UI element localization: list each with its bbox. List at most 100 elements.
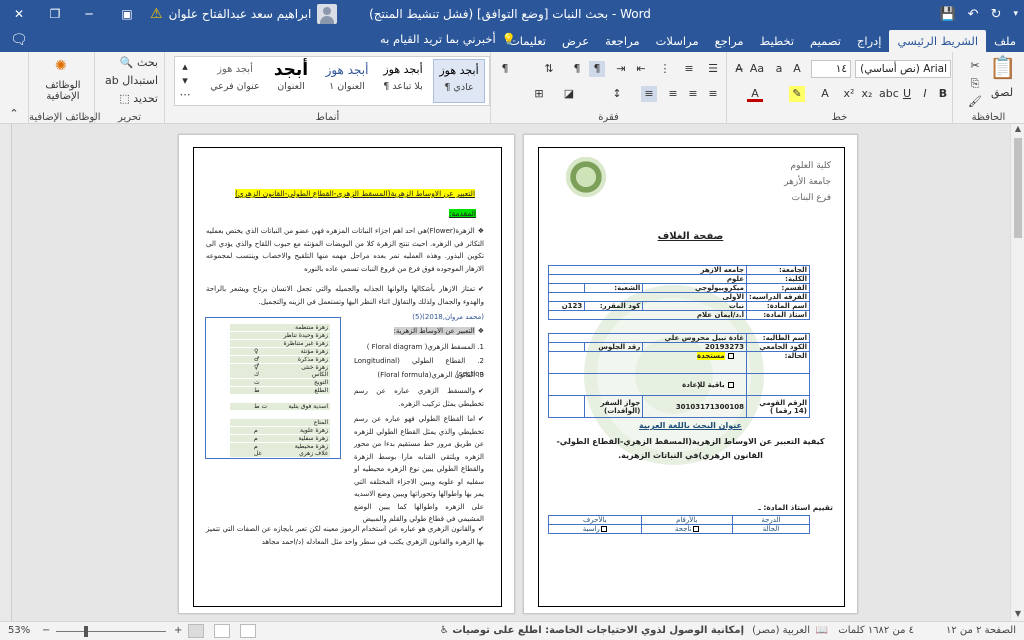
cover-page[interactable]: كلية العلوم جامعة الأزهر فرع البنات صفحة… — [523, 134, 858, 614]
justify-icon[interactable]: ≡ — [641, 86, 657, 102]
read-mode-icon[interactable] — [214, 624, 230, 638]
tab-view[interactable]: عرض — [554, 30, 597, 52]
tell-me-search[interactable]: 💡 أخبرني بما تريد القيام به — [380, 32, 516, 46]
select-button[interactable]: ⬚ تحديد — [119, 92, 158, 105]
tab-file[interactable]: ملف — [986, 30, 1024, 52]
redo-icon[interactable]: ↻ — [991, 7, 1002, 22]
multilevel-list-icon[interactable]: ⋮ — [657, 61, 673, 77]
ltr-direction-icon[interactable]: ¶ — [569, 61, 585, 77]
style-no-spacing[interactable]: أبجد هوز ¶ بلا تباعد — [377, 59, 429, 103]
shading-icon[interactable]: ◪ — [561, 86, 577, 102]
tab-references[interactable]: مراجع — [707, 30, 752, 52]
user-name[interactable]: ابراهيم سعد عبدالفتاح علوان — [169, 7, 312, 21]
zoom-slider[interactable] — [56, 631, 166, 632]
numbering-icon[interactable]: ≡ — [681, 61, 697, 77]
tab-layout[interactable]: تخطيط — [752, 30, 802, 52]
language-status[interactable]: العربية (مصر) — [752, 625, 810, 636]
zoom-in-icon[interactable]: + — [174, 625, 182, 636]
sort-icon[interactable]: ⇅ — [541, 61, 557, 77]
strikethrough-icon[interactable]: abc — [879, 86, 899, 102]
tab-mailings[interactable]: مراسلات — [648, 30, 707, 52]
zoom-level[interactable]: 53% — [8, 625, 30, 636]
decrease-indent-icon[interactable]: ⇤ — [633, 61, 649, 77]
scroll-down-icon[interactable]: ▼ — [1011, 609, 1024, 621]
subscript-icon[interactable]: x₂ — [859, 86, 875, 102]
cut-icon[interactable]: ✂ — [967, 58, 983, 74]
minimize-icon[interactable]: ─ — [74, 0, 104, 28]
align-center-icon[interactable]: ≡ — [685, 86, 701, 102]
info-value-2: 123ن — [547, 301, 586, 311]
align-right-icon[interactable]: ≡ — [705, 86, 721, 102]
italic-icon[interactable]: I — [917, 86, 933, 102]
close-icon[interactable]: ✕ — [4, 0, 34, 28]
show-marks-icon[interactable]: ¶ — [497, 61, 513, 77]
scroll-up-icon[interactable]: ▲ — [1011, 124, 1024, 136]
copy-icon[interactable]: ⎘ — [967, 76, 983, 92]
increase-indent-icon[interactable]: ⇥ — [613, 61, 629, 77]
highlight-icon[interactable]: ✎ — [789, 86, 805, 102]
page-info[interactable]: الصفحة ٢ من ١٢ — [946, 625, 1016, 636]
floral-symbols-legend: زهرة منتظمة زهرة وحيدة تناظر زهرة غير متنا… — [205, 317, 341, 459]
tab-insert[interactable]: إدراج — [849, 30, 890, 52]
style-heading-1[interactable]: أبجد هوز العنوان ١ — [321, 59, 373, 103]
customize-qat-icon[interactable]: ▾ — [1013, 9, 1018, 19]
accessibility-status[interactable]: ♿ إمكانية الوصول لذوي الاحتياجات الخاصة:… — [440, 625, 744, 636]
status-new: مستجدة — [547, 351, 748, 374]
collapse-ribbon-icon[interactable]: ⌃ — [6, 106, 22, 122]
replace-button[interactable]: ab استبدال — [105, 74, 158, 87]
focus-mode-icon[interactable] — [240, 624, 256, 638]
superscript-icon[interactable]: x² — [841, 86, 857, 102]
font-color-icon[interactable]: A — [747, 86, 763, 102]
checkbox-icon[interactable] — [692, 526, 699, 532]
restore-icon[interactable]: ❐ — [40, 0, 70, 28]
font-name-combo[interactable]: Arial (نص أساسي) — [855, 60, 951, 78]
avatar[interactable] — [317, 4, 338, 24]
warning-icon[interactable]: ⚠ — [150, 6, 163, 22]
ribbon-display-options-icon[interactable]: ▣ — [112, 0, 142, 28]
grade-header: بالأرقام — [640, 515, 733, 525]
vertical-scrollbar[interactable]: ▲ ▼ — [1010, 124, 1024, 621]
style-subtitle[interactable]: أبجد هوز عنوان فرعي — [209, 59, 261, 103]
checkbox-icon[interactable] — [728, 353, 735, 359]
format-painter-icon[interactable]: 🖌 — [967, 94, 983, 110]
paste-icon[interactable]: 📋 — [989, 56, 1016, 81]
style-normal[interactable]: أبجد هوز ¶ عادي — [433, 59, 485, 103]
account-area[interactable]: ابراهيم سعد عبدالفتاح علوان ⚠ — [150, 4, 338, 24]
zoom-out-icon[interactable]: − — [42, 625, 50, 636]
tab-review[interactable]: مراجعة — [597, 30, 648, 52]
rtl-direction-icon[interactable]: ¶ — [589, 61, 605, 77]
line-spacing-icon[interactable]: ↕ — [609, 86, 625, 102]
scroll-thumb[interactable] — [1014, 138, 1022, 238]
text-effects-icon[interactable]: A — [817, 86, 833, 102]
print-layout-icon[interactable] — [188, 624, 204, 638]
align-left-icon[interactable]: ≡ — [665, 86, 681, 102]
change-case-icon[interactable]: Aa — [749, 61, 765, 77]
addins-icon[interactable]: ✺ — [55, 58, 67, 74]
clear-formatting-icon[interactable]: A̶ — [731, 61, 747, 77]
styles-more-icon[interactable]: ⋯ — [177, 87, 193, 103]
checkbox-icon[interactable] — [728, 381, 735, 388]
save-icon[interactable]: 💾 — [939, 7, 955, 22]
proofing-icon[interactable]: 📖 — [816, 625, 828, 636]
addins-button[interactable]: الوظائف الإضافية — [33, 80, 93, 102]
word-count[interactable]: ٤ من ١٦٨٢ كلمات — [838, 625, 914, 636]
comments-icon[interactable]: 🗨 — [10, 32, 28, 48]
bold-icon[interactable]: B — [935, 86, 951, 102]
font-shrink-icon[interactable]: a — [771, 61, 787, 77]
checkbox-icon[interactable] — [600, 526, 607, 532]
borders-icon[interactable]: ⊞ — [531, 86, 547, 102]
tell-me-label[interactable]: أخبرني بما تريد القيام به — [380, 32, 496, 46]
content-page[interactable]: التعبير عن الاوساط الزهرية(المسقط الزهري… — [178, 134, 515, 614]
status-repeat-label: باقية للإعادة — [682, 380, 725, 389]
paste-button[interactable]: لصق — [991, 86, 1013, 99]
tab-design[interactable]: تصميم — [802, 30, 849, 52]
undo-icon[interactable]: ↶ — [968, 7, 979, 22]
style-title[interactable]: أبجد العنوان — [265, 59, 317, 103]
tab-home[interactable]: الشريط الرئيسي — [889, 30, 987, 52]
zoom-slider-thumb[interactable] — [84, 626, 88, 637]
font-size-combo[interactable]: ١٤ — [811, 60, 851, 78]
font-grow-icon[interactable]: A — [789, 61, 805, 77]
underline-icon[interactable]: U — [899, 86, 915, 102]
find-button[interactable]: 🔍 بحث — [120, 56, 158, 69]
bullets-icon[interactable]: ☰ — [705, 61, 721, 77]
